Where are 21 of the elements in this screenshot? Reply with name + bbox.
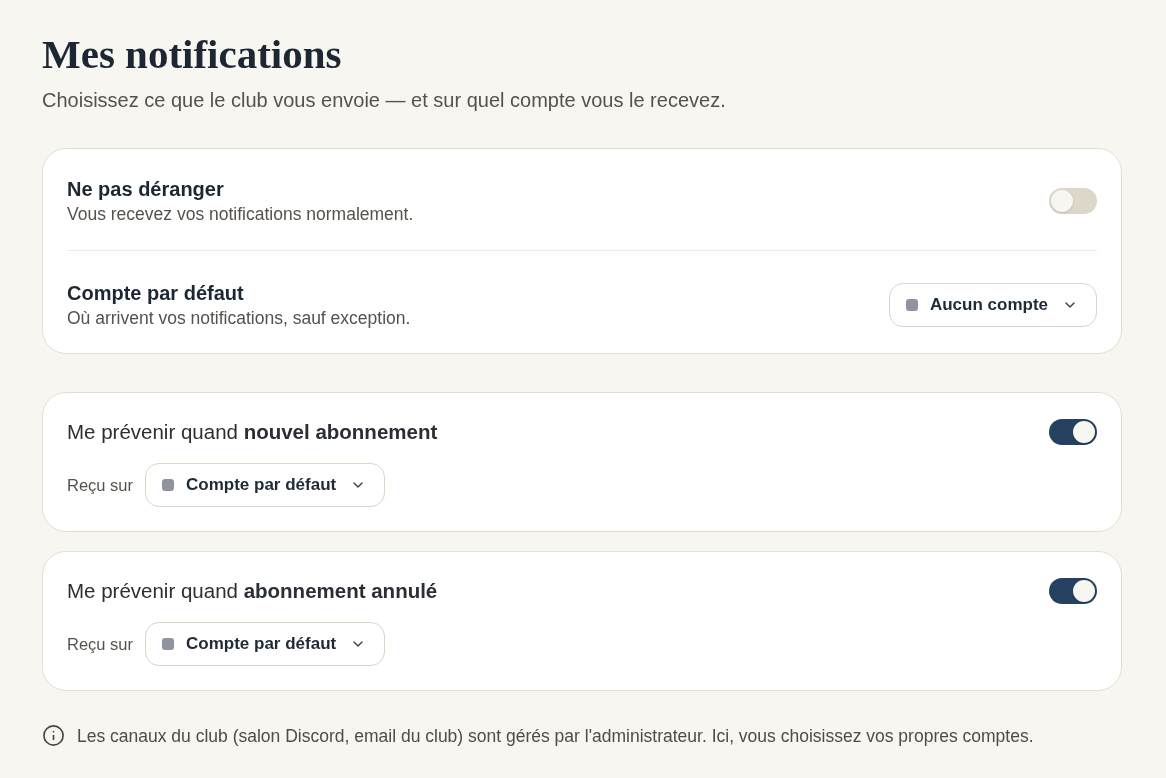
toggle-switch[interactable]: [1049, 188, 1097, 214]
account-select[interactable]: Aucun compte: [888, 283, 1097, 327]
setting-label: Compte par défaut: [67, 281, 244, 305]
page-subtitle: Choisissez ce que le club vous envoie — et sur quel compte vous le recevez.: [42, 88, 726, 112]
setting-label: Ne pas déranger: [67, 177, 224, 201]
account-select[interactable]: Compte par défaut: [145, 622, 386, 666]
toggle-switch[interactable]: [1049, 419, 1097, 445]
info-icon: [42, 724, 65, 747]
page-title: Mes notifications: [42, 30, 342, 78]
notification-label: Me prévenir quand abonnement annulé: [67, 578, 438, 604]
received-label: Reçu sur: [67, 634, 134, 655]
account-select[interactable]: Compte par défaut: [145, 463, 386, 507]
swatch-icon: [162, 638, 175, 650]
swatch-icon: [905, 299, 918, 311]
received-label: Reçu sur: [67, 475, 134, 496]
notification-label: Me prévenir quand nouvel abonnement: [67, 419, 438, 445]
setting-description: Où arrivent vos notifications, sauf exception.: [67, 307, 411, 329]
toggle-switch[interactable]: [1049, 578, 1097, 604]
swatch-icon: [162, 479, 175, 491]
setting-description: Vous recevez vos notifications normalement.: [67, 203, 414, 225]
footer-note: Les canaux du club (salon Discord, email du club) sont gérés par l'administrateur. Ici, vous choisissez vos propres comptes.: [77, 724, 1034, 747]
